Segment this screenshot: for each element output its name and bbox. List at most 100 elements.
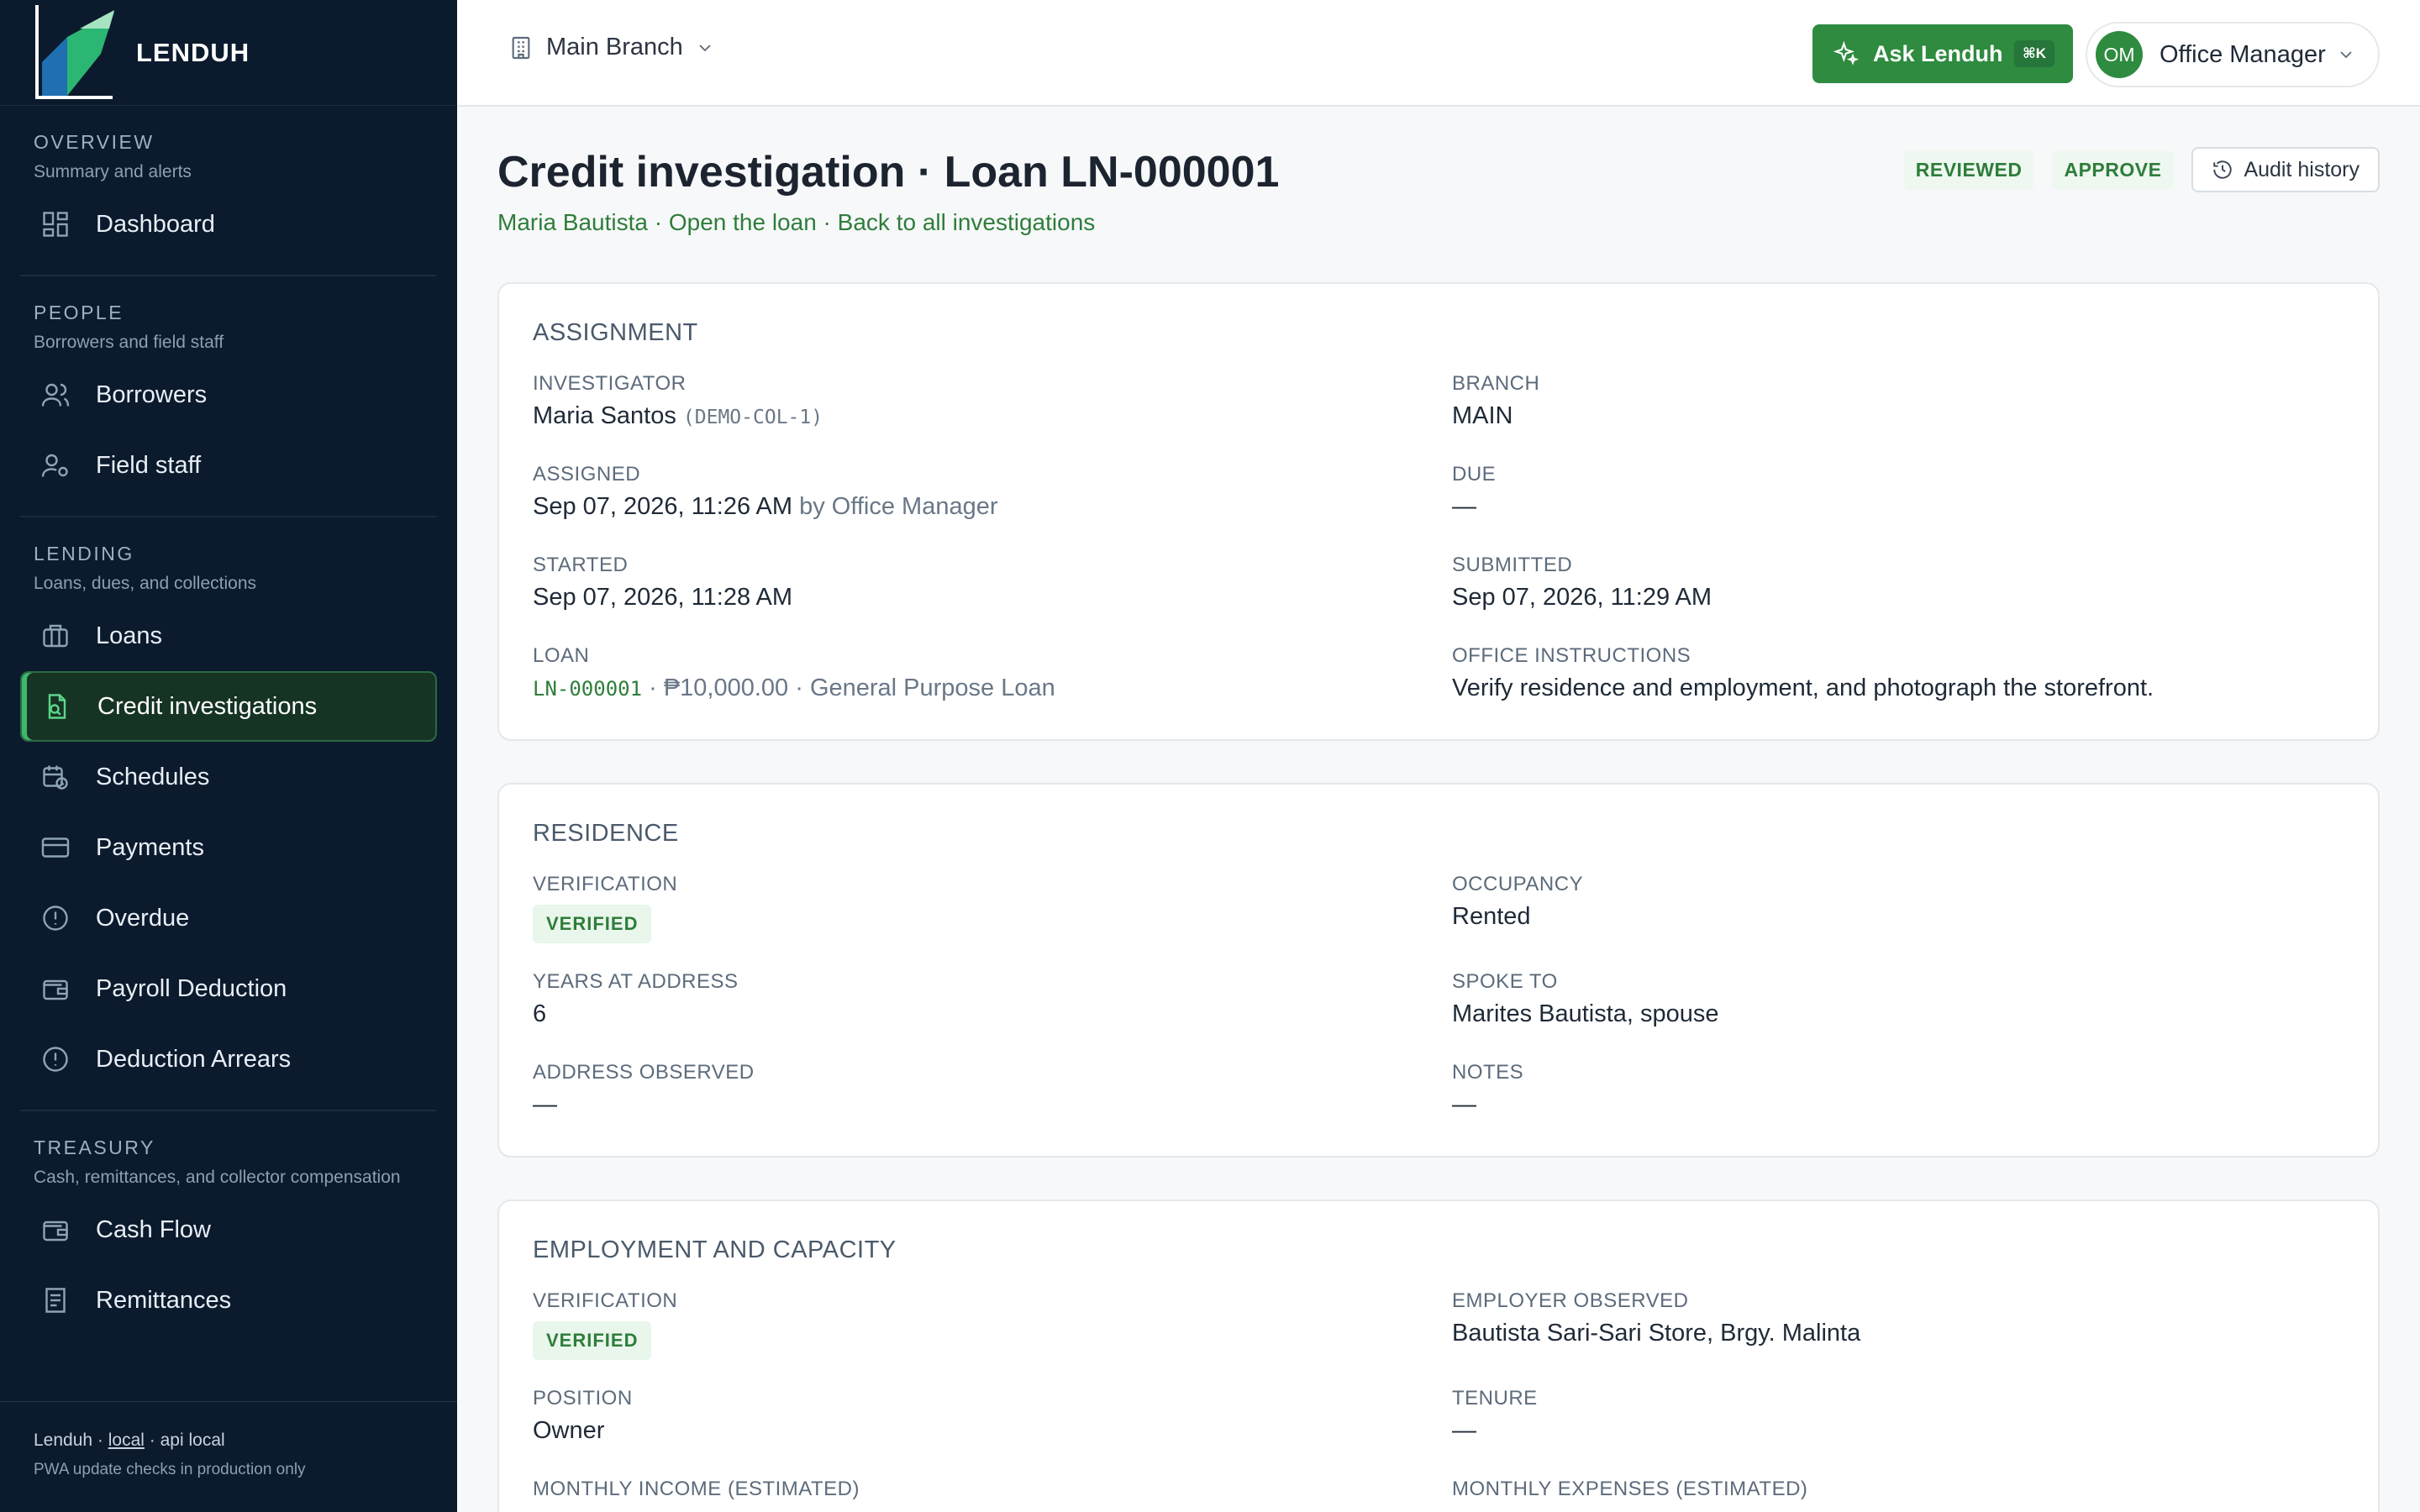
assignment-card: ASSIGNMENT INVESTIGATOR Maria Santos (DE… [497,282,2380,741]
dashboard-icon [43,212,68,237]
sidebar-item-label: Overdue [96,904,190,932]
sidebar-item-label: Dashboard [96,210,215,238]
years-value: 6 [533,1000,547,1027]
sidebar-item-payments[interactable]: Payments [20,812,437,883]
sidebar-item-field-staff[interactable]: Field staff [20,430,437,501]
ask-lenduh-label: Ask Lenduh [1873,40,2003,66]
field-branch: BRANCH MAIN [1452,372,1540,429]
sidebar-nav: OVERVIEW Summary and alerts Dashboard PE… [0,106,457,1336]
field-monthly-expenses: MONTHLY EXPENSES (ESTIMATED) [1452,1478,1808,1500]
field-started: STARTED Sep 07, 2026, 11:28 AM [533,554,793,611]
section-treasury: TREASURY Cash, remittances, and collecto… [20,1111,437,1188]
sidebar-item-dashboard[interactable]: Dashboard [20,189,437,260]
verified-badge: VERIFIED [533,1321,652,1360]
sidebar-footer: Lenduh · local · api local PWA update ch… [0,1401,457,1512]
file-search-icon [48,694,66,719]
sidebar-item-label: Schedules [96,763,210,790]
sidebar-item-label: Deduction Arrears [96,1045,292,1073]
sidebar-item-cash-flow[interactable]: Cash Flow [20,1194,437,1265]
occupancy-value: Rented [1452,903,1531,930]
section-title: LENDING [34,543,134,564]
breadcrumb: Maria Bautista · Open the loan · Back to… [497,209,1096,235]
status-row: REVIEWED APPROVE Audit history [1903,147,2380,192]
environment-link[interactable]: local [108,1431,145,1450]
section-subtitle: Cash, remittances, and collector compens… [34,1168,401,1187]
sidebar-item-remittances[interactable]: Remittances [20,1265,437,1336]
sidebar-item-loans[interactable]: Loans [20,601,437,671]
sidebar-item-label: Loans [96,622,163,649]
chevron-down-icon [2340,51,2352,59]
borrower-link[interactable]: Maria Bautista [497,209,648,235]
user-menu[interactable]: OM Office Manager [2086,22,2380,87]
sidebar-item-deduction-arrears[interactable]: Deduction Arrears [20,1024,437,1095]
pwa-note: PWA update checks in production only [34,1461,306,1478]
back-to-investigations-link[interactable]: Back to all investigations [838,209,1096,235]
loan-number-link[interactable]: LN-000001 [533,677,642,701]
calendar-clock-icon [43,765,68,790]
wallet-icon [43,1221,68,1242]
alert-circle-icon [43,906,68,931]
card-title: RESIDENCE [533,820,679,847]
field-spoke-to: SPOKE TO Marites Bautista, spouse [1452,970,1719,1027]
employer-value: Bautista Sari-Sari Store, Brgy. Malinta [1452,1320,1861,1347]
section-subtitle: Summary and alerts [34,162,192,181]
position-value: Owner [533,1417,605,1444]
sidebar-item-schedules[interactable]: Schedules [20,742,437,812]
open-loan-link[interactable]: Open the loan [669,209,817,235]
section-overview: OVERVIEW Summary and alerts [20,106,437,182]
field-assigned: ASSIGNED Sep 07, 2026, 11:26 AM by Offic… [533,463,998,520]
brand-name: LENDUH [136,37,250,67]
chevron-down-icon [699,44,711,51]
sidebar-item-overdue[interactable]: Overdue [20,883,437,953]
sidebar-item-payroll-deduction[interactable]: Payroll Deduction [20,953,437,1024]
sidebar-item-label: Borrowers [96,381,208,408]
page-title: Credit investigation · Loan LN-000001 [497,148,1280,197]
sidebar-item-credit-investigations[interactable]: Credit investigations [20,671,437,742]
residence-card: RESIDENCE VERIFICATION VERIFIED OCCUPANC… [497,783,2380,1158]
field-tenure: TENURE — [1452,1387,1538,1444]
lenduh-logo [34,3,114,102]
due-value: — [1452,493,1476,520]
address-value: — [533,1091,557,1118]
sidebar-item-borrowers[interactable]: Borrowers [20,360,437,430]
briefcase-icon [43,624,68,648]
brand[interactable]: LENDUH [0,0,457,106]
section-subtitle: Loans, dues, and collections [34,574,257,593]
avatar: OM [2096,31,2143,78]
section-title: PEOPLE [34,302,124,323]
topbar: Main Branch Ask Lenduh ⌘K OM Office Mana… [457,0,2420,107]
credit-card-icon [41,837,70,858]
field-office-instructions: OFFICE INSTRUCTIONS Verify residence and… [1452,644,2154,701]
card-title: EMPLOYMENT AND CAPACITY [533,1236,897,1263]
wallet-icon [43,979,68,1000]
loan-details: · ₱10,000.00 · General Purpose Loan [642,675,1055,701]
section-subtitle: Borrowers and field staff [34,333,224,352]
field-years-at-address: YEARS AT ADDRESS 6 [533,970,739,1027]
sidebar-item-label: Payments [96,833,204,861]
history-icon [2213,160,2233,179]
investigator-name: Maria Santos [533,402,676,429]
alert-circle-icon [43,1047,68,1072]
spoke-to-value: Marites Bautista, spouse [1452,1000,1719,1027]
field-due: DUE — [1452,463,1497,520]
receipt-icon [45,1288,66,1313]
field-occupancy: OCCUPANCY Rented [1452,873,1584,930]
notes-value: — [1452,1091,1476,1118]
tenure-value: — [1452,1417,1476,1444]
sidebar-item-label: Field staff [96,451,202,479]
sidebar-item-label: Payroll Deduction [96,974,287,1002]
ask-lenduh-button[interactable]: Ask Lenduh ⌘K [1812,24,2073,83]
branch-selector[interactable]: Main Branch [508,34,727,61]
sparkles-icon [1833,40,1860,66]
sidebar-item-label: Remittances [96,1286,232,1314]
submitted-value: Sep 07, 2026, 11:29 AM [1452,584,1712,611]
audit-history-button[interactable]: Audit history [2191,147,2380,192]
recommendation-badge: APPROVE [2052,150,2174,190]
users-icon [41,383,70,407]
field-submitted: SUBMITTED Sep 07, 2026, 11:29 AM [1452,554,1712,611]
sidebar-item-label: Credit investigations [97,692,318,720]
verified-badge: VERIFIED [533,905,652,943]
audit-history-label: Audit history [2244,157,2360,181]
sidebar-item-label: Cash Flow [96,1215,211,1243]
field-notes: NOTES — [1452,1061,1524,1118]
